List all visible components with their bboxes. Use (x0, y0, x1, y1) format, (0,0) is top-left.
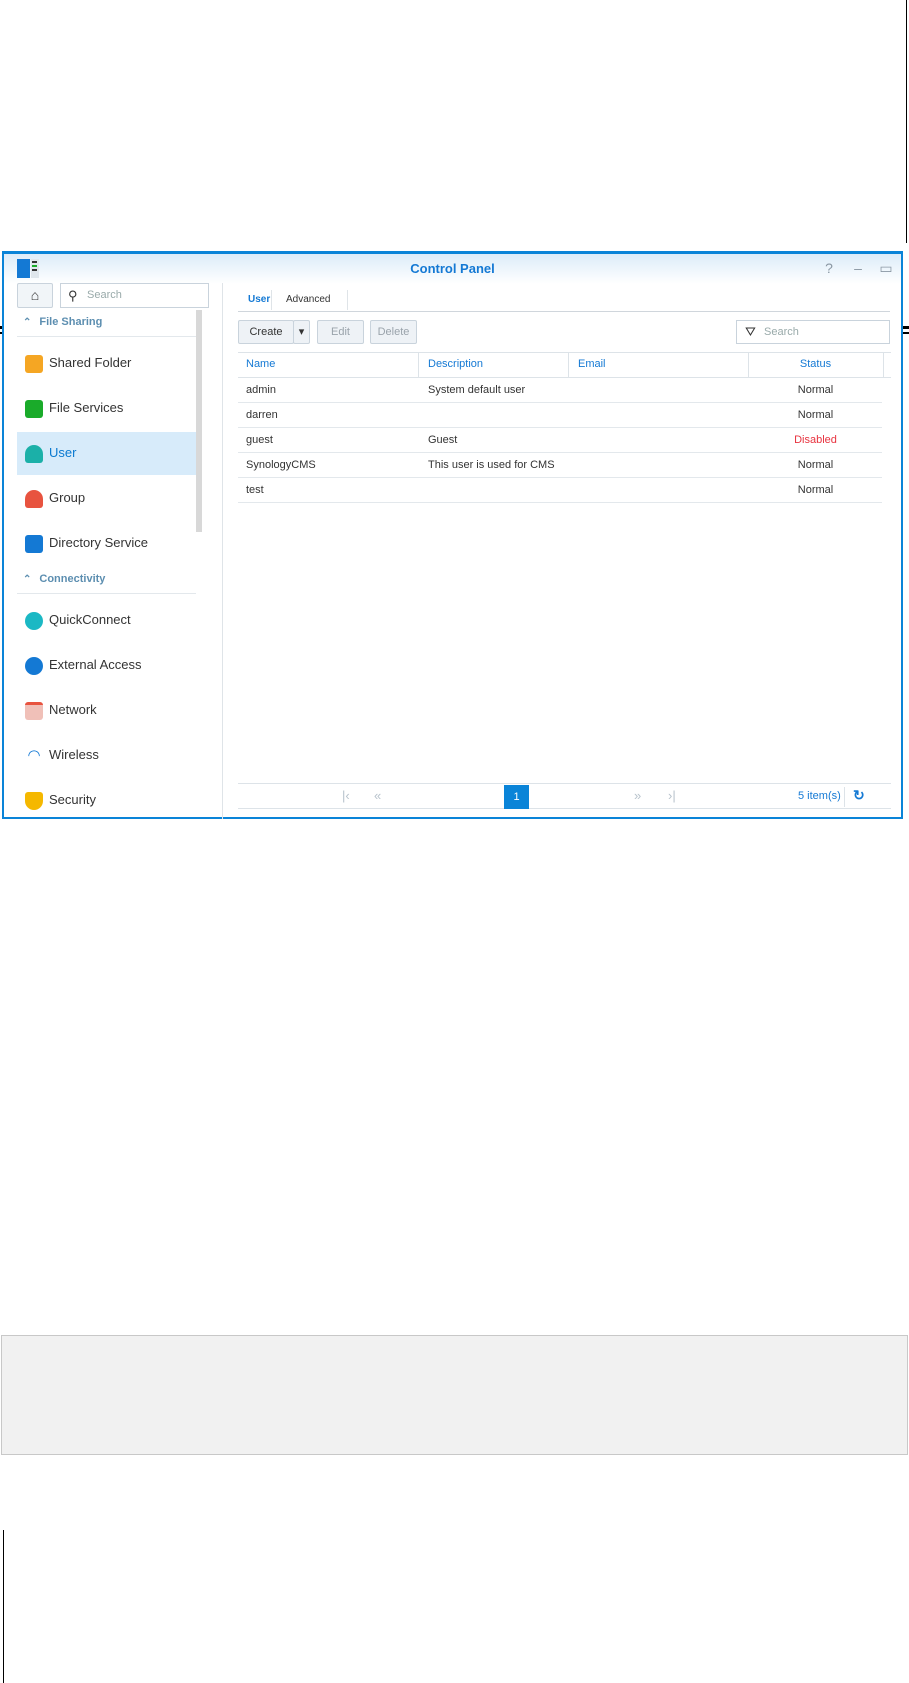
search-icon: ⚲ (68, 288, 78, 303)
filter-search-input[interactable]: ⛛ Search (736, 320, 890, 344)
sidebar-item-label: External Access (49, 657, 142, 672)
column-separator (418, 353, 419, 377)
sidebar-item-file-services[interactable]: File Services (17, 387, 196, 430)
window-title: Control Panel (410, 261, 495, 276)
column-header-status[interactable]: Status (748, 358, 883, 370)
prev-page-icon[interactable]: « (374, 788, 381, 803)
home-icon: ⌂ (30, 287, 40, 303)
search-placeholder: Search (764, 326, 799, 338)
column-header-name[interactable]: Name (246, 358, 275, 370)
cell-name: guest (246, 434, 273, 446)
control-panel-window: Control Panel ? – ▭ ✕ ⌂ ⚲ Search ⌃ File Sh… (2, 251, 909, 822)
maximize-icon[interactable]: ▭ (877, 260, 895, 277)
sidebar-item-network[interactable]: Network (17, 689, 196, 732)
sidebar-item-label: Network (49, 702, 97, 717)
sidebar-item-label: Wireless (49, 747, 99, 762)
pager-separator (844, 787, 845, 807)
wireless-icon: ◠ (27, 747, 41, 764)
search-placeholder: Search (87, 289, 122, 301)
sidebar-item-label: User (49, 445, 77, 460)
next-page-icon[interactable]: » (634, 788, 641, 803)
help-icon[interactable]: ? (820, 260, 838, 276)
sidebar-scrollbar[interactable] (196, 310, 202, 532)
network-icon (25, 702, 43, 720)
sidebar-search-input[interactable]: ⚲ Search (60, 283, 209, 308)
group-icon (25, 490, 43, 508)
sidebar-item-label: File Services (49, 400, 124, 415)
cell-status: Normal (797, 484, 834, 496)
user-icon (25, 445, 43, 463)
section-label: File Sharing (39, 316, 103, 328)
column-header-description[interactable]: Description (428, 358, 483, 370)
cell-name: darren (246, 409, 278, 421)
sidebar-item-security[interactable]: Security (17, 779, 196, 822)
table-row[interactable]: guest Guest Disabled (238, 428, 882, 453)
caret-down-icon: ▾ (298, 326, 305, 338)
delete-button[interactable]: Delete (370, 320, 417, 344)
last-page-icon[interactable]: ›| (668, 788, 676, 803)
current-page-button[interactable]: 1 (504, 785, 529, 809)
section-connectivity[interactable]: ⌃ Connectivity (17, 570, 196, 594)
cell-description: Guest (428, 434, 458, 446)
sidebar-item-wireless[interactable]: ◠ Wireless (17, 734, 196, 777)
file-services-icon (25, 400, 43, 418)
cell-description: This user is used for CMS (428, 459, 555, 471)
cell-status: Normal (797, 384, 834, 396)
create-button[interactable]: Create (238, 320, 294, 344)
sidebar-item-user[interactable]: User (17, 432, 196, 475)
tab-underline (238, 311, 890, 312)
chevron-up-icon: ⌃ (23, 574, 32, 585)
cell-description: System default user (428, 384, 526, 396)
table-row[interactable]: admin System default user Normal (238, 378, 882, 403)
pagination-bar: |‹ « 1 » ›| 5 item(s) ↻ (238, 783, 891, 809)
table-row[interactable]: SynologyCMS This user is used for CMS No… (238, 453, 882, 478)
section-label: Connectivity (39, 573, 106, 585)
section-file-sharing[interactable]: ⌃ File Sharing (17, 313, 196, 337)
note-box (1, 1335, 908, 1455)
item-count: 5 item(s) (798, 790, 841, 802)
chevron-up-icon: ⌃ (23, 317, 32, 328)
cell-name: admin (246, 384, 276, 396)
minimize-icon[interactable]: – (849, 260, 867, 276)
filter-icon: ⛛ (745, 324, 756, 339)
sidebar-item-label: QuickConnect (49, 612, 131, 627)
home-button[interactable]: ⌂ (17, 283, 53, 308)
external-access-icon (25, 657, 43, 675)
column-separator (568, 353, 569, 377)
cell-status: Disabled (794, 434, 837, 446)
page-margin-line (906, 0, 907, 243)
title-bar[interactable]: Control Panel ? – ▭ ✕ (4, 254, 909, 284)
cell-name: SynologyCMS (246, 459, 316, 471)
refresh-icon[interactable]: ↻ (853, 787, 865, 804)
table-row[interactable]: test Normal (238, 478, 882, 503)
sidebar-divider (222, 283, 223, 819)
create-dropdown-button[interactable]: ▾ (293, 320, 310, 344)
sidebar-item-shared-folder[interactable]: Shared Folder (17, 342, 196, 385)
shared-folder-icon (25, 355, 43, 373)
sidebar-item-group[interactable]: Group (17, 477, 196, 520)
tab-separator (347, 290, 348, 310)
sidebar-item-quickconnect[interactable]: QuickConnect (17, 599, 196, 642)
cell-name: test (246, 484, 264, 496)
quickconnect-icon (25, 612, 43, 630)
directory-service-icon (25, 535, 43, 553)
cell-status: Normal (797, 459, 834, 471)
sidebar-item-label: Directory Service (49, 535, 148, 550)
close-icon[interactable]: ✕ (904, 260, 909, 277)
column-header-email[interactable]: Email (578, 358, 606, 370)
sidebar-item-external-access[interactable]: External Access (17, 644, 196, 687)
sidebar-item-label: Group (49, 490, 86, 505)
tab-separator (271, 290, 272, 310)
table-row[interactable]: darren Normal (238, 403, 882, 428)
first-page-icon[interactable]: |‹ (342, 788, 350, 803)
sidebar-item-label: Security (49, 792, 96, 807)
sidebar-item-directory-service[interactable]: Directory Service (17, 522, 196, 565)
page-margin-line (3, 1530, 4, 1683)
edit-button[interactable]: Edit (317, 320, 364, 344)
column-separator (883, 353, 884, 377)
sidebar-item-label: Shared Folder (49, 355, 132, 370)
table-header: Name Description Email Status (238, 352, 891, 378)
cell-status: Normal (797, 409, 834, 421)
security-icon (25, 792, 43, 810)
